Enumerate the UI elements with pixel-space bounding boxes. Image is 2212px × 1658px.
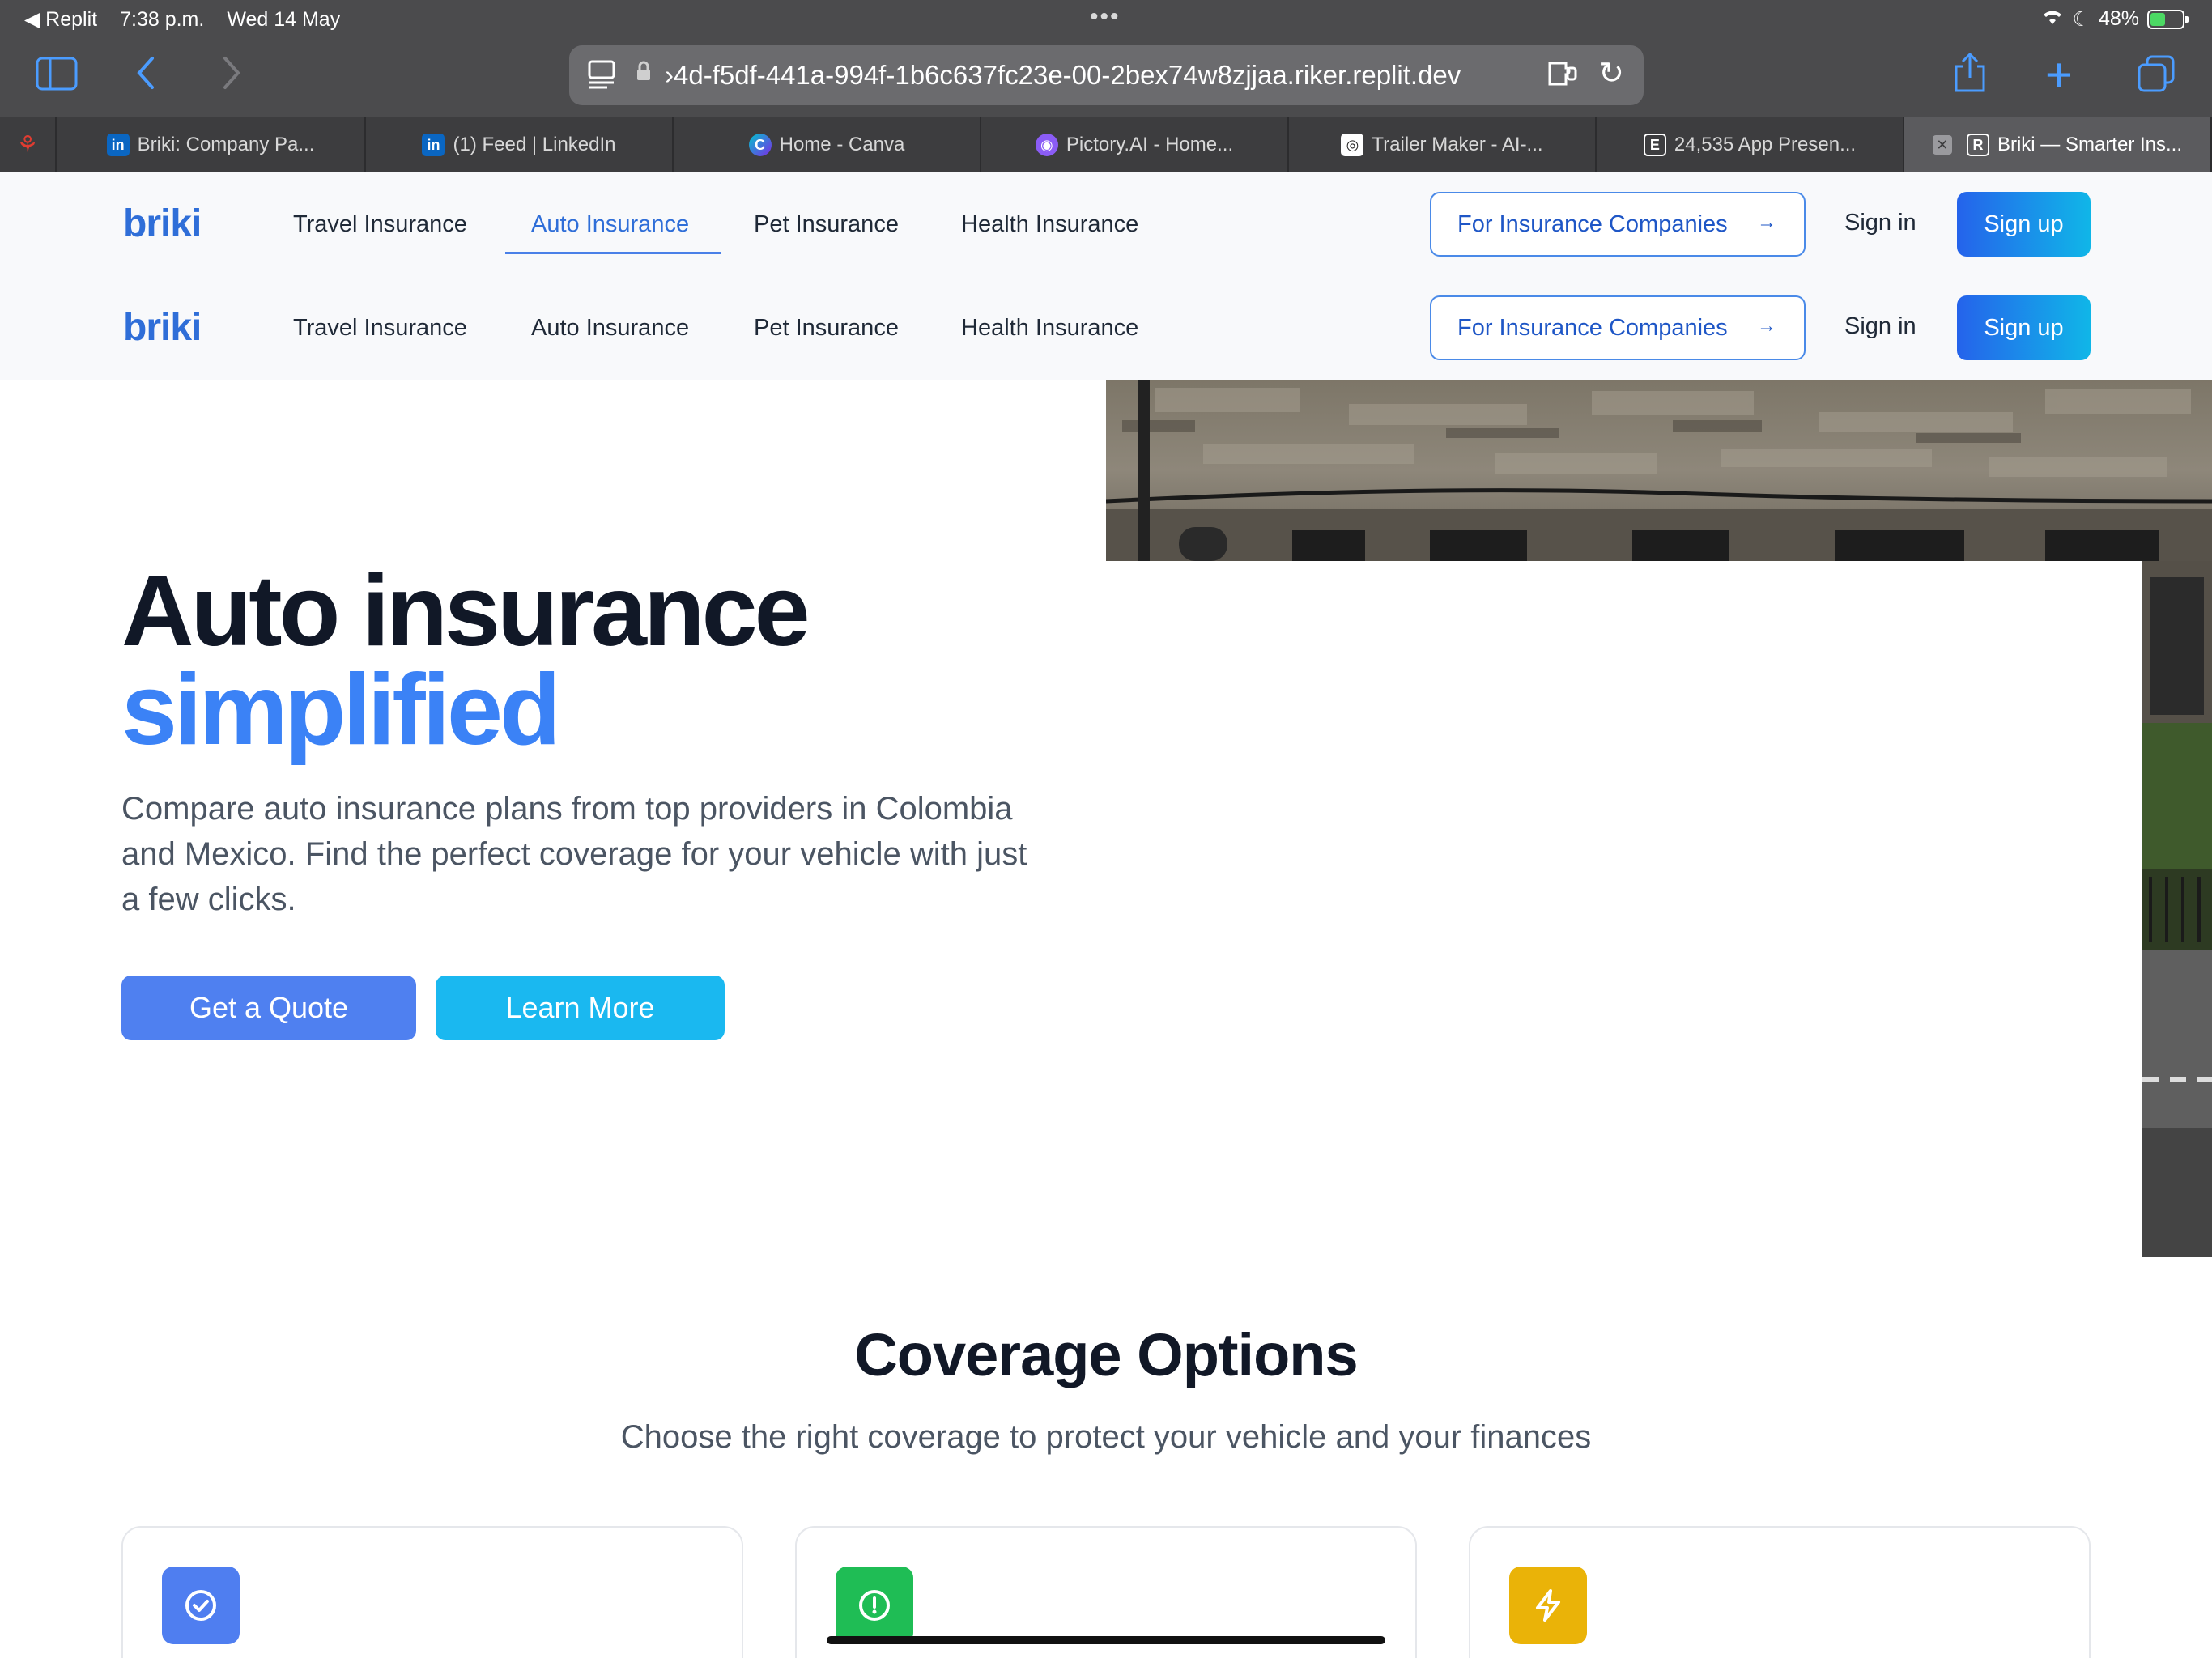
hero-subtitle: Compare auto insurance plans from top pr…	[121, 791, 1027, 917]
browser-toolbar: ›4d-f5df-441a-994f-1b6c637fc23e-00-2bex7…	[0, 39, 2212, 117]
reload-icon[interactable]: ↻	[1598, 55, 1624, 91]
lock-icon	[636, 61, 652, 87]
nav-health[interactable]: Health Insurance	[961, 276, 1138, 380]
for-insurance-companies-button[interactable]: For Insurance Companies →	[1430, 192, 1806, 257]
briki-logo[interactable]: briki	[123, 305, 202, 350]
nav-auto[interactable]: Auto Insurance	[531, 172, 689, 276]
url-text: ›4d-f5df-441a-994f-1b6c637fc23e-00-2bex7…	[665, 60, 1461, 90]
envato-icon: E	[1643, 134, 1666, 156]
tab-label: 24,535 App Presen...	[1674, 134, 1857, 155]
status-bar: ◀ Replit 7:38 p.m. Wed 14 May ••• ☾ 48%	[0, 0, 2212, 39]
nav-pet[interactable]: Pet Insurance	[754, 276, 899, 380]
learn-more-button[interactable]: Learn More	[436, 976, 725, 1040]
alert-circle-icon	[836, 1567, 913, 1644]
hero-image	[1106, 380, 2212, 561]
nav-travel[interactable]: Travel Insurance	[293, 172, 467, 276]
tab-pictory[interactable]: ◉ Pictory.AI - Home...	[981, 117, 1289, 172]
battery-icon	[2147, 9, 2189, 29]
coverage-card[interactable]	[1469, 1526, 2091, 1658]
nav-active-underline	[505, 252, 721, 254]
get-quote-button[interactable]: Get a Quote	[121, 976, 416, 1040]
back-to-app-link[interactable]: ◀ Replit	[24, 7, 97, 32]
coverage-subtitle: Choose the right coverage to protect you…	[620, 1419, 1592, 1455]
tab-label: Briki: Company Pa...	[137, 134, 315, 155]
check-circle-icon	[162, 1567, 240, 1644]
tab-label: Home - Canva	[779, 134, 905, 155]
nav-travel[interactable]: Travel Insurance	[293, 276, 467, 380]
nav-pet[interactable]: Pet Insurance	[754, 172, 899, 276]
forward-icon[interactable]	[220, 53, 243, 100]
wifi-icon	[2040, 6, 2065, 32]
new-tab-icon[interactable]: +	[2045, 52, 2073, 99]
arrow-right-icon: →	[1757, 315, 1776, 337]
home-indicator[interactable]	[827, 1636, 1385, 1644]
tab-label: (1) Feed | LinkedIn	[453, 134, 616, 155]
tab-briki-company[interactable]: in Briki: Company Pa...	[57, 117, 366, 172]
sign-in-link[interactable]: Sign in	[1844, 313, 1916, 340]
tab-label: Briki — Smarter Ins...	[1997, 134, 2183, 155]
canva-icon: C	[748, 134, 772, 156]
web-page: briki Travel Insurance Auto Insurance Pe…	[0, 172, 2212, 1658]
moon-icon: ☾	[2072, 7, 2091, 31]
sign-in-link[interactable]: Sign in	[1844, 210, 1916, 236]
lightning-icon	[1509, 1567, 1587, 1644]
page-menu-icon[interactable]	[587, 59, 616, 96]
hero-title-highlight: simplified	[121, 654, 561, 766]
tab-overview-icon[interactable]	[2138, 55, 2175, 100]
extension-icon[interactable]	[1546, 58, 1579, 96]
replit-icon: R	[1966, 134, 1989, 156]
tab-label: Pictory.AI - Home...	[1066, 134, 1234, 155]
close-tab-icon[interactable]: ✕	[1932, 135, 1952, 155]
pictory-icon: ◉	[1035, 134, 1058, 156]
sign-up-button[interactable]: Sign up	[1957, 192, 2091, 257]
linkedin-icon: in	[106, 134, 130, 156]
site-header-duplicate: briki Travel Insurance Auto Insurance Pe…	[0, 276, 2212, 380]
trailer-maker-icon: ◎	[1341, 134, 1364, 156]
tab-label: Trailer Maker - AI-...	[1372, 134, 1543, 155]
tab-canva[interactable]: C Home - Canva	[674, 117, 981, 172]
for-insurance-companies-button[interactable]: For Insurance Companies →	[1430, 295, 1806, 360]
status-date: Wed 14 May	[227, 7, 341, 31]
site-header: briki Travel Insurance Auto Insurance Pe…	[0, 172, 2212, 276]
back-icon[interactable]	[134, 53, 157, 100]
coverage-title: Coverage Options	[854, 1321, 1358, 1388]
status-time: 7:38 p.m.	[120, 7, 205, 31]
tab-pinned[interactable]: ⚘	[0, 117, 57, 172]
pinned-site-icon: ⚘	[16, 131, 39, 159]
tab-app-presentation[interactable]: E 24,535 App Presen...	[1597, 117, 1904, 172]
arrow-right-icon: →	[1757, 211, 1776, 233]
tab-trailer-maker[interactable]: ◎ Trailer Maker - AI-...	[1289, 117, 1597, 172]
briki-logo[interactable]: briki	[123, 202, 202, 246]
coverage-card[interactable]	[121, 1526, 743, 1658]
sign-up-button[interactable]: Sign up	[1957, 295, 2091, 360]
sidebar-toggle-icon[interactable]	[36, 57, 78, 98]
hero-image-edge	[2142, 561, 2212, 1257]
tab-bar: ⚘ in Briki: Company Pa... in (1) Feed | …	[0, 117, 2212, 172]
multitasking-dots-icon[interactable]: •••	[1090, 3, 1121, 31]
nav-auto[interactable]: Auto Insurance	[531, 276, 689, 380]
nav-health[interactable]: Health Insurance	[961, 172, 1138, 276]
hero-title: Auto insurance	[121, 555, 810, 667]
share-icon[interactable]	[1953, 52, 1987, 101]
address-bar[interactable]: ›4d-f5df-441a-994f-1b6c637fc23e-00-2bex7…	[569, 45, 1644, 105]
battery-percent: 48%	[2098, 7, 2139, 30]
tab-linkedin-feed[interactable]: in (1) Feed | LinkedIn	[366, 117, 674, 172]
linkedin-icon: in	[422, 134, 445, 156]
tab-briki-active[interactable]: ✕ R Briki — Smarter Ins...	[1904, 117, 2212, 172]
